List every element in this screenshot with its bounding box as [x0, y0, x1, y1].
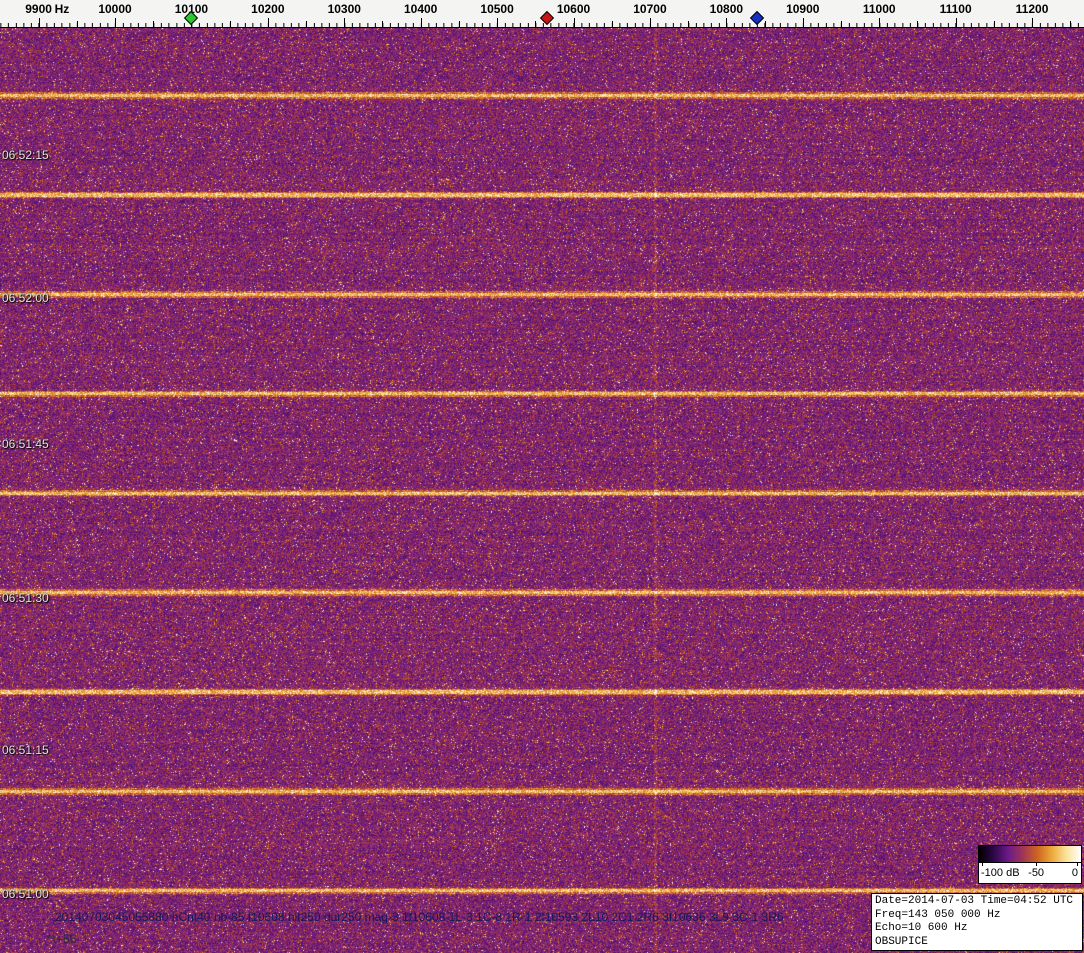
ruler-tick-label: 10200: [251, 2, 285, 16]
ruler-mid-tick: [535, 21, 537, 27]
ruler-mid-tick: [764, 21, 766, 27]
ruler-mid-tick: [458, 21, 460, 27]
ruler-mid-tick: [1070, 21, 1072, 27]
ruler-mid-tick: [153, 21, 155, 27]
ruler-tick-label: 10600: [556, 2, 591, 16]
ruler-major-tick: [267, 18, 269, 27]
ruler-tick-label: 11100: [939, 2, 972, 16]
color-scale-labels: -100 dB -50 0: [979, 863, 1081, 883]
ruler-tick-label: 11000: [862, 2, 896, 16]
ruler-unit-label: Hz: [54, 2, 70, 16]
legend-tick-max: [1077, 863, 1078, 866]
ruler-tick-label: 10500: [480, 2, 514, 16]
ruler-tick-label: 11200: [1015, 2, 1049, 16]
frequency-ruler[interactable]: 9900 Hz 10000 10100 10200 10300 10400 10500 1060…: [0, 0, 1084, 28]
info-echo-line: Echo=10 600 Hz: [875, 922, 968, 934]
ruler-mid-tick: [76, 21, 78, 27]
ruler-major-tick: [420, 18, 422, 27]
ruler-major-tick: [955, 18, 957, 27]
legend-mid-label: -50: [1028, 867, 1045, 879]
ruler-major-tick: [573, 18, 575, 27]
ruler-tick-label: 9900: [25, 2, 52, 16]
info-date-line: Date=2014-07-03 Time=04:52 UTC: [875, 895, 1074, 907]
ruler-mid-tick: [229, 21, 231, 27]
ruler-major-tick: [1032, 18, 1034, 27]
legend-tick-min: [982, 863, 983, 866]
legend-min-label: -100 dB: [981, 867, 1020, 879]
legend-tick-mid: [1036, 863, 1038, 866]
detection-log-text: 20140703045055880 hCnt40 nb-85 f10608 hi…: [55, 910, 784, 924]
ruler-major-tick: [649, 18, 651, 27]
ruler-mid-tick: [840, 21, 842, 27]
ruler-tick-label: 10000: [98, 2, 132, 16]
ruler-tick-label: 10300: [327, 2, 361, 16]
info-freq-line: Freq=143 050 000 Hz: [875, 908, 1001, 921]
ruler-mid-tick: [382, 21, 384, 27]
ruler-mid-tick: [688, 21, 690, 27]
color-scale-legend: -100 dB -50 0: [978, 845, 1082, 884]
info-station-line: OBSUPICE: [875, 935, 928, 948]
ruler-major-tick: [115, 18, 116, 27]
ruler-major-tick: [726, 18, 728, 27]
spectrogram-app: 9900 Hz 10000 10100 10200 10300 10400 10500 1060…: [0, 0, 1084, 953]
color-scale-gradient: [979, 846, 1081, 863]
ruler-tick-label: 10400: [403, 2, 438, 16]
ruler-mid-tick: [917, 21, 919, 27]
ruler-major-tick: [38, 18, 40, 27]
ruler-mid-tick: [306, 21, 308, 27]
ruler-major-tick: [497, 18, 499, 27]
ruler-tick-label: 10700: [633, 2, 667, 16]
spectrogram-canvas[interactable]: [0, 28, 1084, 953]
legend-max-label: 0: [1071, 867, 1078, 879]
cursor-readout-text: ^t+55: [47, 932, 77, 946]
ruler-mid-tick: [611, 21, 613, 27]
ruler-tick-label: 10800: [709, 2, 744, 16]
ruler-major-tick: [344, 18, 346, 27]
station-info-box: Date=2014-07-03 Time=04:52 UTC Freq=143 …: [871, 893, 1083, 951]
ruler-minor-ticks: [0, 23, 1084, 27]
ruler-tick-label: 10900: [786, 2, 820, 16]
ruler-major-tick: [879, 18, 881, 27]
ruler-major-tick: [802, 18, 804, 27]
ruler-mid-tick: [993, 21, 995, 27]
